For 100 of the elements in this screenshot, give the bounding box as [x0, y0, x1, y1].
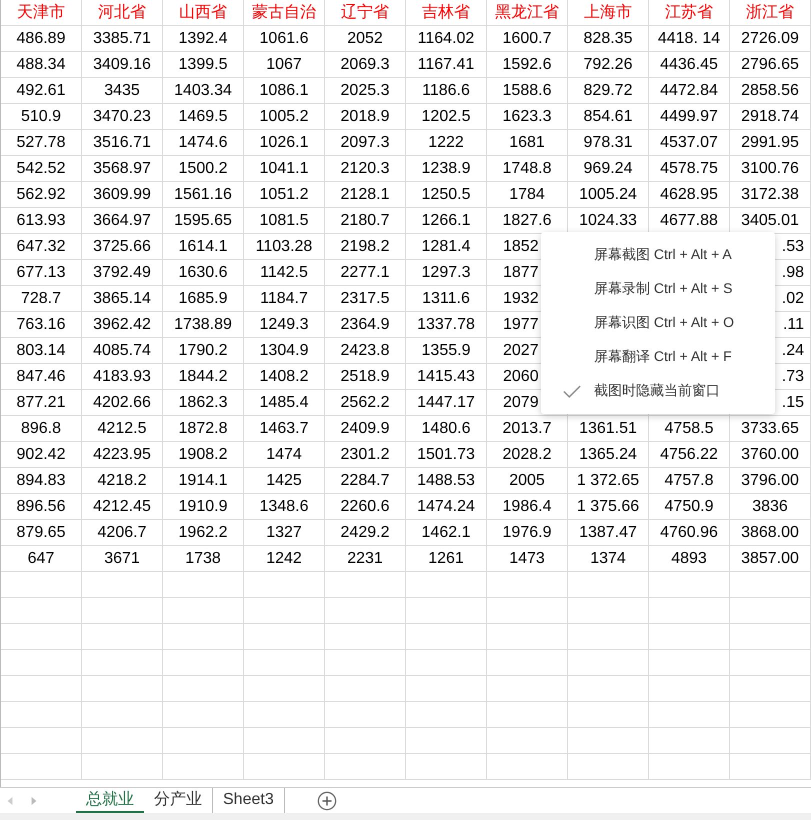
table-cell: 1748.8	[487, 156, 568, 182]
table-cell: 2120.3	[325, 156, 406, 182]
table-cell: 854.61	[568, 104, 649, 130]
table-cell: 1962.2	[163, 520, 244, 546]
table-cell: 2991.95	[730, 130, 811, 156]
table-cell: 1485.4	[244, 390, 325, 416]
table-cell: 647.32	[1, 234, 82, 260]
table-cell: 1081.5	[244, 208, 325, 234]
table-cell: 1872.8	[163, 416, 244, 442]
table-cell: 1862.3	[163, 390, 244, 416]
table-cell: 1976.9	[487, 520, 568, 546]
table-cell: 542.52	[1, 156, 82, 182]
table-cell: 2025.3	[325, 78, 406, 104]
add-sheet-icon[interactable]	[316, 790, 337, 810]
table-cell: 1588.6	[487, 78, 568, 104]
table-cell: 2423.8	[325, 338, 406, 364]
table-cell: 3609.99	[82, 182, 163, 208]
table-cell: 902.42	[1, 442, 82, 468]
table-cell: 4628.95	[649, 182, 730, 208]
table-cell: 492.61	[1, 78, 82, 104]
table-cell: 3100.76	[730, 156, 811, 182]
table-cell: 1784	[487, 182, 568, 208]
table-cell: 1592.6	[487, 52, 568, 78]
table-cell: 2429.2	[325, 520, 406, 546]
table-cell: 3865.14	[82, 286, 163, 312]
table-cell: 3664.97	[82, 208, 163, 234]
column-header: 蒙古自治	[244, 0, 325, 26]
table-cell: 1167.41	[406, 52, 487, 78]
table-cell: 2918.74	[730, 104, 811, 130]
table-cell: 1474.24	[406, 494, 487, 520]
table-cell: 1392.4	[163, 26, 244, 52]
table-cell: 1026.1	[244, 130, 325, 156]
table-cell: 4223.95	[82, 442, 163, 468]
table-cell: 1337.78	[406, 312, 487, 338]
table-cell: 4760.96	[649, 520, 730, 546]
table-cell: 3172.38	[730, 182, 811, 208]
table-cell: 4206.7	[82, 520, 163, 546]
table-cell: 763.16	[1, 312, 82, 338]
table-cell: 1361.51	[568, 416, 649, 442]
table-cell: 1355.9	[406, 338, 487, 364]
table-cell: 1061.6	[244, 26, 325, 52]
table-cell: 1086.1	[244, 78, 325, 104]
table-cell: 1348.6	[244, 494, 325, 520]
table-cell: 4893	[649, 546, 730, 572]
table-cell: 1297.3	[406, 260, 487, 286]
table-cell: 1005.24	[568, 182, 649, 208]
table-cell: 1630.6	[163, 260, 244, 286]
table-cell: 527.78	[1, 130, 82, 156]
scroll-right-icon[interactable]	[30, 796, 38, 806]
table-cell: 1474	[244, 442, 325, 468]
table-cell: 1447.17	[406, 390, 487, 416]
table-cell: 2562.2	[325, 390, 406, 416]
table-cell: 4499.97	[649, 104, 730, 130]
table-cell: 647	[1, 546, 82, 572]
table-cell: 1222	[406, 130, 487, 156]
table-cell: 4218.2	[82, 468, 163, 494]
table-cell: 2277.1	[325, 260, 406, 286]
table-cell: 1595.65	[163, 208, 244, 234]
table-cell: 4183.93	[82, 364, 163, 390]
table-cell: 1685.9	[163, 286, 244, 312]
table-cell: 2013.7	[487, 416, 568, 442]
table-cell: 877.21	[1, 390, 82, 416]
table-cell: 4537.07	[649, 130, 730, 156]
column-header: 黑龙江省	[487, 0, 568, 26]
table-cell: 677.13	[1, 260, 82, 286]
table-cell: 4756.22	[649, 442, 730, 468]
table-cell: 1142.5	[244, 260, 325, 286]
table-cell: 4750.9	[649, 494, 730, 520]
table-cell: 1311.6	[406, 286, 487, 312]
table-cell: 1488.53	[406, 468, 487, 494]
table-cell: 1067	[244, 52, 325, 78]
table-cell: 2097.3	[325, 130, 406, 156]
table-cell: 4436.45	[649, 52, 730, 78]
table-cell: 1164.02	[406, 26, 487, 52]
table-cell: 4578.75	[649, 156, 730, 182]
table-cell: 1462.1	[406, 520, 487, 546]
table-cell: 1914.1	[163, 468, 244, 494]
table-cell: 829.72	[568, 78, 649, 104]
table-cell: 2260.6	[325, 494, 406, 520]
table-cell: 978.31	[568, 130, 649, 156]
table-cell: 2726.09	[730, 26, 811, 52]
table-cell: 1408.2	[244, 364, 325, 390]
table-cell: 2180.7	[325, 208, 406, 234]
table-cell: 1480.6	[406, 416, 487, 442]
scroll-left-icon[interactable]	[6, 796, 14, 806]
table-cell: 2364.9	[325, 312, 406, 338]
table-cell: 1681	[487, 130, 568, 156]
table-cell: 896.8	[1, 416, 82, 442]
sheet-tab[interactable]: 总就业	[76, 788, 144, 813]
table-cell: 1005.2	[244, 104, 325, 130]
table-cell: 1250.5	[406, 182, 487, 208]
table-cell: 3857.00	[730, 546, 811, 572]
table-cell: 728.7	[1, 286, 82, 312]
table-cell: 4085.74	[82, 338, 163, 364]
table-cell: 1051.2	[244, 182, 325, 208]
table-cell: 2231	[325, 546, 406, 572]
table-cell: 792.26	[568, 52, 649, 78]
table-cell: 1403.34	[163, 78, 244, 104]
table-cell: 2518.9	[325, 364, 406, 390]
table-cell: 3868.00	[730, 520, 811, 546]
